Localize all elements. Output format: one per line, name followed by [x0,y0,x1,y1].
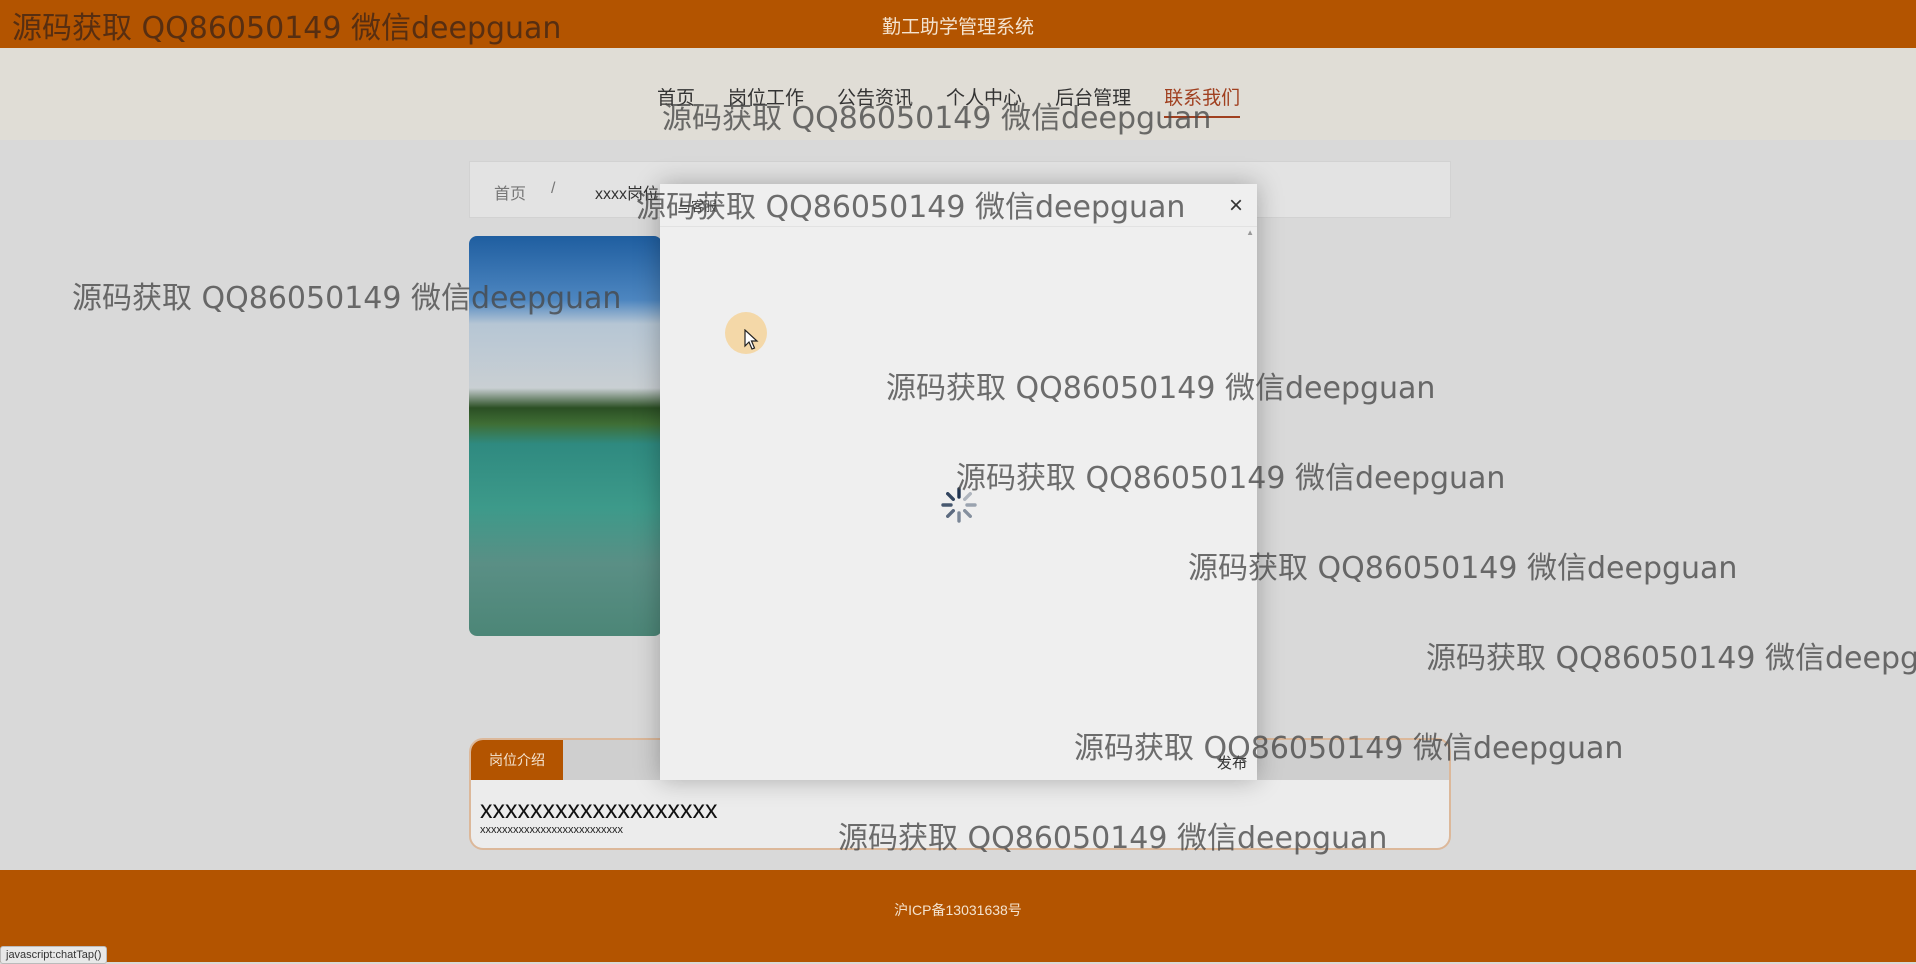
nav-item-jobs[interactable]: 岗位工作 [728,83,804,118]
nav-item-news[interactable]: 公告资讯 [837,83,913,118]
top-header: 勤工助学管理系统 [0,0,1916,48]
system-title: 勤工助学管理系统 [881,17,1034,38]
intro-headline: xxxxxxxxxxxxxxxxxxx [480,796,718,824]
breadcrumb-separator: / [551,180,556,197]
main-nav: 首页 岗位工作 公告资讯 个人中心 后台管理 联系我们 [0,48,1916,140]
job-photo [469,236,662,636]
breadcrumb-home[interactable]: 首页 [494,180,526,204]
mouse-cursor-icon [744,329,759,350]
close-icon[interactable]: × [1229,192,1243,220]
scroll-up-icon[interactable]: ▲ [1246,228,1254,237]
icp-record: 沪ICP备13031638号 [894,902,1022,918]
nav-item-admin[interactable]: 后台管理 [1055,83,1131,118]
modal-title: 与客服 [678,199,718,214]
breadcrumb-current: xxxx岗位 [595,186,660,203]
chat-modal: 与客服 × ▲ 发布 [660,184,1257,780]
watermark: 源码获取 QQ86050149 微信deepguan [1426,641,1916,676]
nav-item-contact[interactable]: 联系我们 [1164,83,1241,118]
status-bar-link: javascript:chatTap() [0,946,108,964]
footer: 沪ICP备13031638号 [0,870,1916,962]
nav-item-profile[interactable]: 个人中心 [946,83,1022,118]
modal-header: 与客服 × [660,184,1257,227]
publish-button[interactable]: 发布 [1217,752,1247,773]
spinner-icon [941,487,977,523]
watermark: 源码获取 QQ86050149 微信deepguan [1188,551,1738,586]
tab-job-intro[interactable]: 岗位介绍 [471,740,563,780]
nav-item-home[interactable]: 首页 [657,83,695,118]
intro-detail: xxxxxxxxxxxxxxxxxxxxxxxxxx [480,824,623,836]
